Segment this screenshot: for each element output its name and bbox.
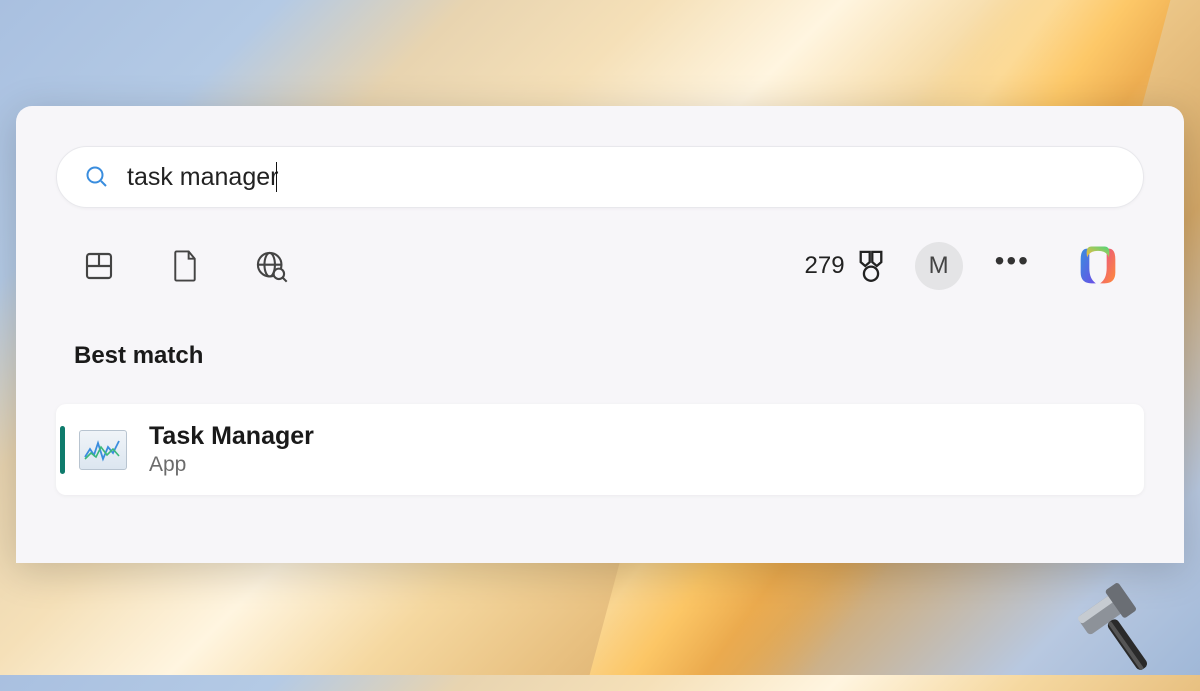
result-title: Task Manager <box>149 422 314 451</box>
more-options-button[interactable]: ••• <box>995 247 1030 285</box>
web-search-icon <box>254 249 288 283</box>
rewards-button[interactable]: 279 <box>805 248 887 284</box>
result-task-manager[interactable]: Task Manager App <box>56 404 1144 495</box>
ellipsis-icon: ••• <box>995 245 1030 276</box>
apps-grid-icon <box>83 250 115 282</box>
task-manager-icon <box>79 430 127 470</box>
user-avatar[interactable]: M <box>915 242 963 290</box>
filter-apps-button[interactable] <box>74 241 124 291</box>
filter-documents-button[interactable] <box>160 241 210 291</box>
avatar-initial: M <box>929 252 949 280</box>
selection-indicator <box>60 426 65 474</box>
filter-toolbar: 279 M ••• <box>56 238 1144 294</box>
copilot-button[interactable] <box>1070 238 1126 294</box>
document-icon <box>170 249 200 283</box>
search-query-text: task manager <box>127 163 278 192</box>
best-match-heading: Best match <box>74 342 1144 370</box>
search-panel: task manager <box>16 106 1184 563</box>
medal-icon <box>855 248 887 284</box>
filter-web-button[interactable] <box>246 241 296 291</box>
search-icon <box>85 165 109 189</box>
hammer-watermark-icon <box>1058 551 1197 690</box>
result-subtitle: App <box>149 453 314 477</box>
search-box[interactable]: task manager <box>56 146 1144 208</box>
copilot-icon <box>1072 240 1124 292</box>
rewards-count: 279 <box>805 252 845 280</box>
